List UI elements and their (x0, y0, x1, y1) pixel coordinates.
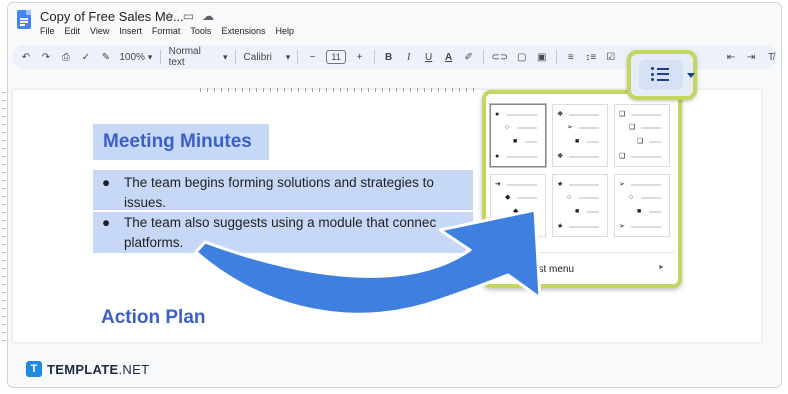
template-logo-icon: T (26, 361, 42, 377)
brand-name: TEMPLATE.NET (47, 361, 150, 377)
bulleted-list-button-highlight (627, 50, 697, 100)
chevron-down-icon[interactable] (687, 73, 695, 78)
bulleted-list-button[interactable] (639, 60, 695, 90)
arrow-shape (194, 208, 542, 316)
template-net-watermark: T TEMPLATE.NET (26, 361, 149, 377)
bulleted-list-icon (651, 67, 669, 81)
